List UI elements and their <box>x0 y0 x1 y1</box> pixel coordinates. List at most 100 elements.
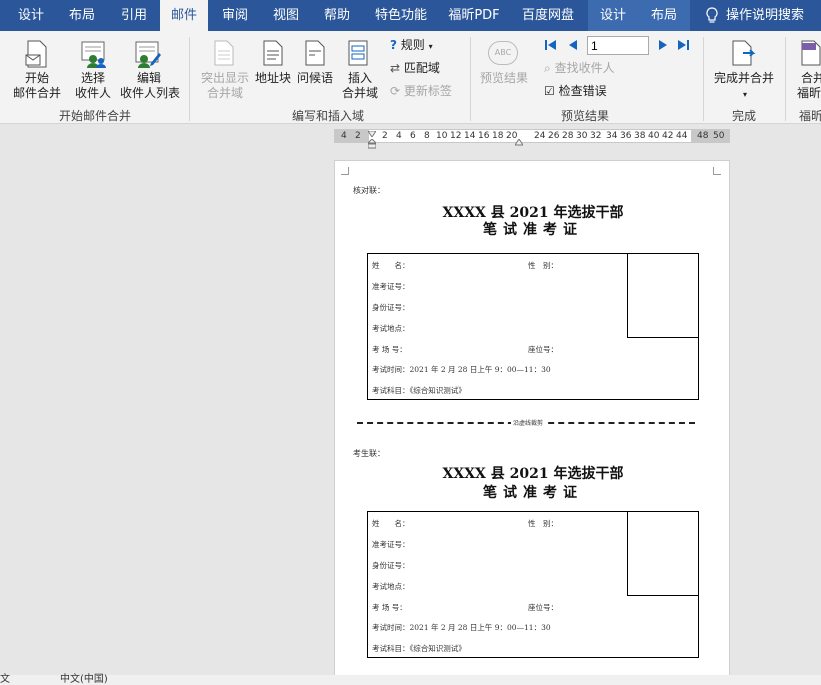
ruler-tick: 38 <box>634 131 646 141</box>
admission-card: 姓 名： 性 别： 准考证号： 身份证号： 考试地点： 考 场 号： 座位号： … <box>367 253 699 400</box>
start-merge-label-2: 邮件合并 <box>12 86 61 100</box>
margin-corner-mark <box>341 167 349 175</box>
ruler-tick: 44 <box>676 131 688 141</box>
update-labels-icon: ⟳ <box>390 84 401 98</box>
insert-field-label-2: 合并域 <box>341 86 378 100</box>
update-labels-button[interactable]: ⟳ 更新标签 <box>390 83 452 99</box>
field-id-no: 身份证号： <box>372 303 410 312</box>
tab-baidu-netdisk[interactable]: 百度网盘 <box>512 0 584 31</box>
card-subtitle: 笔试准考证 <box>483 485 583 501</box>
cut-line-label: 沿虚线裁剪 <box>511 418 546 427</box>
chevron-down-icon: ▾ <box>428 42 433 51</box>
tab-table-design[interactable]: 设计 <box>588 0 638 31</box>
match-fields-label: 匹配域 <box>403 61 440 75</box>
field-location: 考试地点： <box>372 582 410 591</box>
group-label-start-mail-merge: 开始邮件合并 <box>58 109 131 123</box>
margin-corner-mark <box>713 167 721 175</box>
ruler-tick: 26 <box>548 131 560 141</box>
pdf-document-icon <box>801 40 821 66</box>
match-fields-icon: ⇄ <box>390 61 401 75</box>
tab-special-features[interactable]: 特色功能 <box>366 0 436 31</box>
merge-foxit-label-2: 福昕 <box>796 86 821 100</box>
card-subtitle: 笔试准考证 <box>483 222 583 238</box>
next-record-button[interactable] <box>656 38 670 52</box>
field-time: 考试时间：2021 年 2 月 28 日上午 9：00—11：30 <box>372 623 551 632</box>
greeting-line-label: 问候语 <box>296 71 333 85</box>
first-record-button[interactable] <box>544 38 558 52</box>
previous-record-icon <box>569 40 577 50</box>
tell-me-search[interactable]: 操作说明搜索 <box>726 0 810 31</box>
check-errors-label: 检查错误 <box>558 84 607 98</box>
ruler-tick: 2 <box>355 131 361 141</box>
tab-table-layout[interactable]: 布局 <box>638 0 690 31</box>
greeting-line-icon <box>305 40 325 66</box>
ruler-tick: 16 <box>478 131 490 141</box>
ruler-tick: 6 <box>410 131 416 141</box>
tab-design[interactable]: 设计 <box>8 0 54 31</box>
tab-view[interactable]: 视图 <box>262 0 310 31</box>
document-mail-icon <box>25 40 47 68</box>
match-fields-button[interactable]: ⇄ 匹配域 <box>390 60 440 76</box>
field-seat: 座位号： <box>528 345 558 354</box>
last-record-icon <box>678 40 689 50</box>
rules-button[interactable]: ? 规则 ▾ <box>390 37 433 55</box>
select-recipients-icon <box>81 41 106 68</box>
chevron-down-icon: ▾ <box>742 90 747 99</box>
field-id-no: 身份证号： <box>372 561 410 570</box>
ruler-tick: 4 <box>396 131 402 141</box>
field-location: 考试地点： <box>372 324 410 333</box>
ruler-tick: 4 <box>341 131 347 141</box>
photo-box <box>627 511 699 596</box>
ribbon-tab-bar: 设计 布局 引用 邮件 审阅 视图 帮助 特色功能 福昕PDF 百度网盘 设计 … <box>0 0 821 31</box>
previous-record-button[interactable] <box>566 38 580 52</box>
merge-foxit-label-1: 合并 <box>800 71 821 85</box>
start-merge-label-1: 开始 <box>24 71 49 85</box>
field-room: 考 场 号： <box>372 603 407 612</box>
preview-results-label: 预览结果 <box>479 71 528 85</box>
highlight-label-2: 合并域 <box>206 86 243 100</box>
ruler-tick: 14 <box>464 131 476 141</box>
record-number-input[interactable] <box>587 36 649 55</box>
right-indent-marker[interactable] <box>514 136 524 146</box>
ruler-tick: 12 <box>450 131 462 141</box>
field-time: 考试时间：2021 年 2 月 28 日上午 9：00—11：30 <box>372 365 551 374</box>
tab-help[interactable]: 帮助 <box>314 0 360 31</box>
tab-review[interactable]: 审阅 <box>212 0 258 31</box>
ruler-tick: 42 <box>662 131 674 141</box>
first-line-indent-marker[interactable] <box>367 126 377 138</box>
insert-merge-field-icon <box>348 40 368 66</box>
card-title: XXXX 县 2021 年选拔干部 <box>442 466 624 482</box>
field-gender: 性 别： <box>528 261 558 270</box>
field-exam-no: 准考证号： <box>372 282 410 291</box>
insert-field-label-1: 插入 <box>347 71 372 85</box>
document-page[interactable]: 核对联： XXXX 县 2021 年选拔干部 笔试准考证 姓 名： 性 别： 准… <box>334 160 730 680</box>
photo-box <box>627 253 699 338</box>
check-errors-button[interactable]: ☑ 检查错误 <box>544 83 607 99</box>
ruler-tick: 18 <box>492 131 504 141</box>
tab-mailings[interactable]: 邮件 <box>160 0 208 31</box>
last-record-button[interactable] <box>676 38 690 52</box>
edit-recipient-list-icon <box>135 41 161 68</box>
ruler-tick: 2 <box>382 131 388 141</box>
select-recipients-label-1: 选择 <box>80 71 105 85</box>
horizontal-ruler[interactable]: 4 2 2 4 6 8 10 12 14 16 18 20 24 26 28 3… <box>334 126 730 149</box>
field-name: 姓 名： <box>372 261 410 270</box>
rules-label: 规则 <box>400 38 425 52</box>
tab-layout[interactable]: 布局 <box>58 0 106 31</box>
group-divider <box>470 37 471 121</box>
address-block-label: 地址块 <box>254 71 291 85</box>
ruler-tick: 32 <box>590 131 602 141</box>
hanging-indent-marker[interactable] <box>366 138 378 149</box>
language-indicator[interactable]: 中文(中国) <box>60 675 108 685</box>
find-recipient-button[interactable]: ⌕ 查找收件人 <box>544 60 615 76</box>
ruler-tick: 36 <box>620 131 632 141</box>
tab-foxit-pdf[interactable]: 福昕PDF <box>440 0 508 31</box>
status-left-text: 文 <box>0 674 10 685</box>
field-subject: 考试科目：《综合知识测试》 <box>372 386 466 395</box>
highlight-label-1: 突出显示 <box>200 71 249 85</box>
lightbulb-icon <box>706 7 718 23</box>
tab-references[interactable]: 引用 <box>110 0 158 31</box>
ruler-tick: 10 <box>436 131 448 141</box>
select-recipients-label-2: 收件人 <box>74 86 111 100</box>
finish-merge-label: 完成并合并 <box>713 71 774 85</box>
